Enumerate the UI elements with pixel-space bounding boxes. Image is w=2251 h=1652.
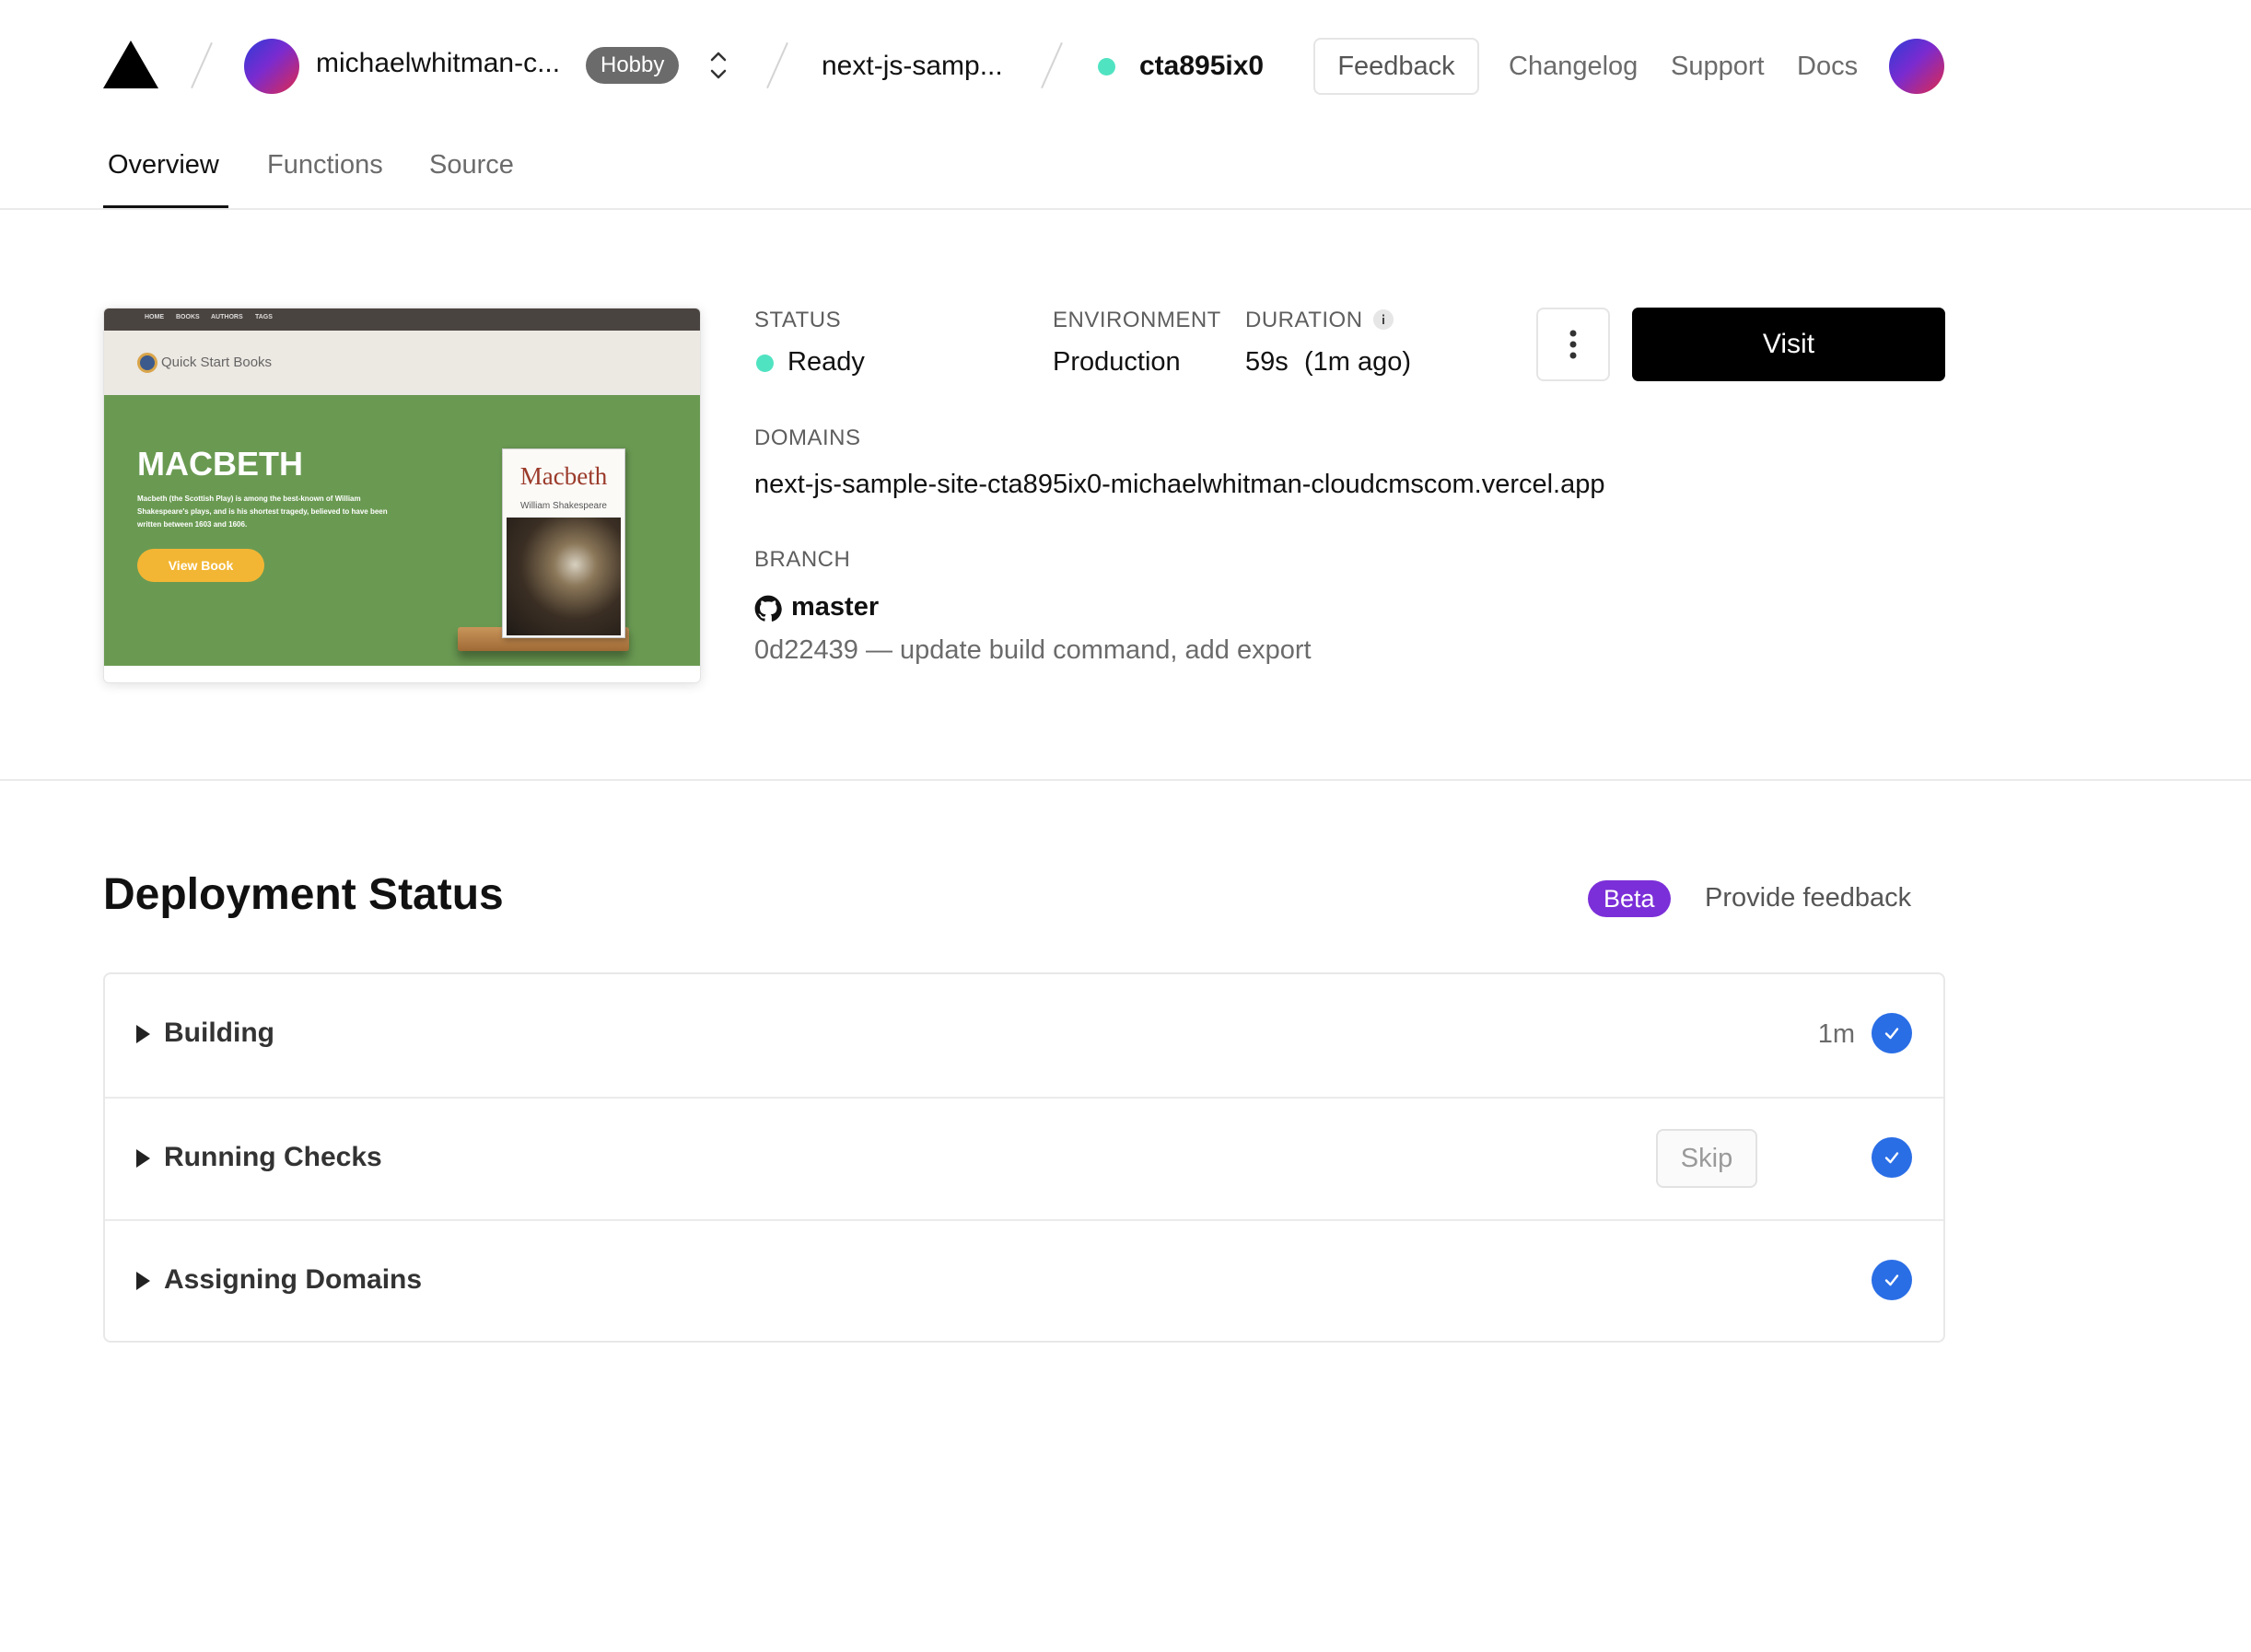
preview-nav-item: AUTHORS — [211, 314, 243, 320]
provide-feedback-link[interactable]: Provide feedback — [1705, 883, 1911, 913]
top-bar: michaelwhitman-c... Hobby next-js-samp..… — [0, 0, 2251, 134]
duration-ago: (1m ago) — [1304, 347, 1412, 377]
breadcrumb-separator — [191, 41, 213, 89]
preview-book-artwork — [507, 518, 621, 635]
caret-right-icon — [136, 1149, 150, 1168]
preview-book-author: William Shakespeare — [520, 501, 607, 511]
docs-link[interactable]: Docs — [1797, 52, 1858, 82]
changelog-link[interactable]: Changelog — [1509, 52, 1638, 82]
support-link[interactable]: Support — [1671, 52, 1765, 82]
status-row-assigning-domains[interactable]: Assigning Domains — [105, 1219, 1943, 1342]
deployment-status-list: Building 1m Running Checks Skip Assignin… — [103, 972, 1945, 1343]
plan-badge: Hobby — [586, 47, 680, 84]
project-name[interactable]: next-js-samp... — [822, 51, 1003, 82]
status-row-running-checks[interactable]: Running Checks Skip — [105, 1097, 1943, 1219]
beta-badge: Beta — [1588, 880, 1671, 917]
preview-nav-item: BOOKS — [176, 314, 200, 320]
section-divider — [0, 779, 2251, 781]
domain-link[interactable]: next-js-sample-site-cta895ix0-michaelwhi… — [754, 470, 1605, 500]
feedback-button[interactable]: Feedback — [1313, 38, 1479, 95]
github-icon — [754, 595, 782, 622]
deployment-status-dot — [1098, 58, 1115, 76]
branch-name[interactable]: master — [791, 592, 879, 622]
branch-label: BRANCH — [754, 547, 851, 572]
caret-right-icon — [136, 1025, 150, 1043]
status-row-building[interactable]: Building 1m — [105, 974, 1943, 1097]
environment-value: Production — [1053, 347, 1181, 377]
preview-view-book-button: View Book — [137, 549, 264, 582]
checkmark-icon — [1872, 1260, 1912, 1300]
tab-overview[interactable]: Overview — [108, 150, 219, 180]
duration-value: 59s — [1245, 347, 1289, 377]
preview-hero-title: MACBETH — [137, 445, 303, 483]
step-label: Running Checks — [164, 1142, 382, 1172]
preview-nav-item: HOME — [145, 314, 164, 320]
team-avatar — [244, 39, 299, 94]
deployment-preview[interactable]: HOME BOOKS AUTHORS TAGS Quick Start Book… — [103, 308, 701, 683]
header-divider — [0, 208, 2251, 210]
info-icon[interactable] — [1373, 309, 1394, 330]
preview-brand: Quick Start Books — [161, 355, 273, 370]
breadcrumb-separator — [766, 41, 788, 89]
team-name[interactable]: michaelwhitman-c... — [316, 48, 560, 79]
step-label: Assigning Domains — [164, 1264, 423, 1295]
tab-source[interactable]: Source — [429, 150, 514, 180]
preview-nav-item: TAGS — [255, 314, 273, 320]
status-value: Ready — [787, 347, 865, 377]
preview-book-cover: Macbeth William Shakespeare — [502, 448, 625, 638]
skip-button[interactable]: Skip — [1656, 1129, 1757, 1188]
tab-functions[interactable]: Functions — [267, 150, 383, 180]
ready-status-dot — [756, 355, 774, 372]
vercel-logo-icon[interactable] — [103, 41, 158, 88]
duration-label: DURATION — [1245, 308, 1363, 332]
domains-label: DOMAINS — [754, 425, 861, 450]
breadcrumb-separator — [1041, 41, 1063, 89]
environment-label: ENVIRONMENT — [1053, 308, 1221, 332]
user-avatar[interactable] — [1889, 39, 1944, 94]
checkmark-icon — [1872, 1013, 1912, 1053]
vertical-dots-icon — [1569, 330, 1577, 359]
preview-hero-description: Macbeth (the Scottish Play) is among the… — [137, 494, 388, 529]
book-logo-icon — [137, 353, 157, 373]
deployment-status-title: Deployment Status — [103, 870, 504, 919]
step-duration: 1m — [1817, 1019, 1855, 1049]
status-label: STATUS — [754, 308, 842, 332]
commit-message[interactable]: 0d22439 — update build command, add expo… — [754, 635, 1312, 666]
visit-button[interactable]: Visit — [1632, 308, 1945, 381]
preview-book-title: Macbeth — [519, 462, 608, 490]
deployment-id[interactable]: cta895ix0 — [1139, 51, 1264, 82]
preview-nav: HOME BOOKS AUTHORS TAGS — [104, 308, 700, 331]
more-options-button[interactable] — [1536, 308, 1610, 381]
checkmark-icon — [1872, 1137, 1912, 1178]
step-label: Building — [164, 1018, 274, 1048]
caret-right-icon — [136, 1272, 150, 1290]
chevron-up-down-icon[interactable] — [705, 46, 732, 85]
